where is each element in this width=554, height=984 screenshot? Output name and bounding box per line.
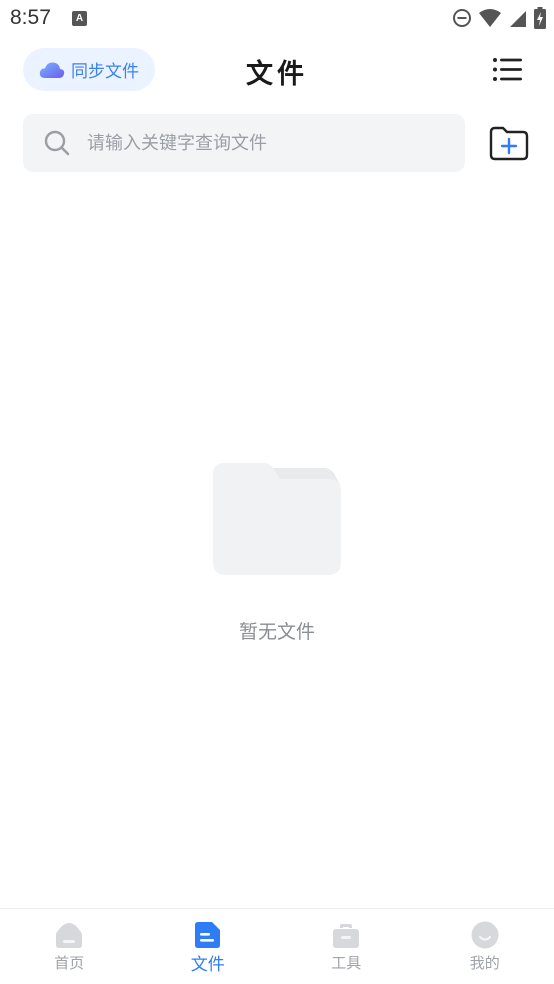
nav-item-profile[interactable]: 我的 bbox=[416, 909, 554, 984]
a-notification-icon: A bbox=[72, 11, 87, 26]
toolbox-icon bbox=[333, 924, 360, 948]
nav-item-files[interactable]: 文件 bbox=[139, 909, 278, 984]
status-bar: 8:57 A bbox=[0, 0, 554, 36]
empty-folder-icon bbox=[213, 463, 341, 575]
new-folder-icon[interactable] bbox=[488, 124, 530, 162]
nav-item-tools[interactable]: 工具 bbox=[277, 909, 416, 984]
signal-icon bbox=[510, 11, 526, 27]
nav-label-profile: 我的 bbox=[469, 954, 500, 972]
nav-label-files: 文件 bbox=[190, 955, 225, 975]
page-title: 文件 bbox=[246, 59, 308, 90]
search-input[interactable] bbox=[87, 132, 427, 154]
search-bar[interactable] bbox=[23, 114, 465, 172]
home-icon bbox=[56, 923, 83, 948]
wifi-icon bbox=[479, 9, 501, 27]
status-icons bbox=[452, 7, 546, 29]
file-icon bbox=[194, 922, 220, 948]
search-icon bbox=[44, 130, 70, 156]
do-not-disturb-icon bbox=[453, 9, 471, 27]
nav-item-home[interactable]: 首页 bbox=[0, 909, 139, 984]
list-menu-icon[interactable] bbox=[492, 56, 524, 84]
status-time: 8:57 bbox=[10, 6, 51, 29]
bottom-nav: 首页 文件 工具 我的 bbox=[0, 908, 554, 984]
nav-label-tools: 工具 bbox=[331, 954, 362, 972]
empty-state-text: 暂无文件 bbox=[238, 621, 315, 643]
battery-charging-icon bbox=[534, 7, 546, 29]
nav-label-home: 首页 bbox=[54, 954, 85, 972]
profile-icon bbox=[471, 921, 499, 949]
